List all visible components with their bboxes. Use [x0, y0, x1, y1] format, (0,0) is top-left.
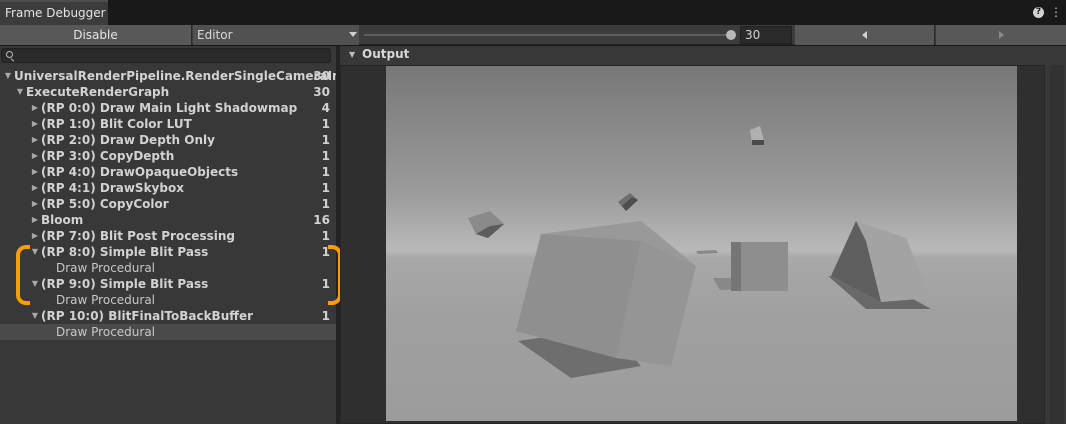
tree-item-count: 1: [321, 165, 330, 179]
tree-item-label: Bloom: [41, 213, 84, 227]
scene-render: [468, 126, 931, 378]
tiny-cube-shade: [752, 140, 764, 145]
tree-item-label: (RP 8:0) Simple Blit Pass: [41, 245, 209, 259]
tree-item[interactable]: ▶ (RP 0:0) Draw Main Light Shadowmap 4: [0, 100, 336, 116]
output-title: Output: [362, 47, 410, 61]
foldout-collapsed-icon[interactable]: ▶: [30, 196, 40, 212]
tree-item[interactable]: ▼ (RP 10:0) BlitFinalToBackBuffer 1: [0, 308, 336, 324]
target-dropdown[interactable]: Editor: [193, 25, 359, 45]
tree-item-label: (RP 5:0) CopyColor: [41, 197, 169, 211]
foldout-collapsed-icon[interactable]: ▶: [30, 100, 40, 116]
foldout-collapsed-icon[interactable]: ▶: [30, 164, 40, 180]
tree-item[interactable]: ▶ (RP 3:0) CopyDepth 1: [0, 148, 336, 164]
event-tree: ▼ UniversalRenderPipeline.RenderSingleCam…: [0, 68, 360, 340]
tree-item-label: UniversalRenderPipeline.RenderSingleCame…: [14, 69, 361, 83]
tree-leaf-item[interactable]: Draw Procedural: [0, 292, 336, 308]
tree-item-count: 1: [321, 229, 330, 243]
foldout-expanded-icon[interactable]: ▼: [30, 244, 40, 260]
tree-item-count: 1: [321, 181, 330, 195]
tree-item[interactable]: ▶ (RP 4:0) DrawOpaqueObjects 1: [0, 164, 336, 180]
event-tree-panel: ▼ UniversalRenderPipeline.RenderSingleCam…: [0, 46, 360, 424]
tree-item-count: 1: [321, 149, 330, 163]
tree-item[interactable]: ▶ (RP 5:0) CopyColor 1: [0, 196, 336, 212]
tree-item-label: (RP 7:0) Blit Post Processing: [41, 229, 235, 243]
tab-icons: ? ⋮: [1033, 4, 1062, 20]
tree-item-label: (RP 0:0) Draw Main Light Shadowmap: [41, 101, 298, 115]
frame-slider-thumb[interactable]: [726, 30, 736, 40]
chevron-down-icon: [349, 32, 357, 37]
tree-item[interactable]: ▼ (RP 9:0) Simple Blit Pass 1: [0, 276, 336, 292]
tree-item-label: (RP 10:0) BlitFinalToBackBuffer: [41, 309, 254, 323]
tree-item-label: Draw Procedural: [56, 325, 156, 339]
tree-item-label: (RP 3:0) CopyDepth: [41, 149, 175, 163]
target-dropdown-label: Editor: [197, 28, 233, 42]
tree-leaf-item[interactable]: Draw Procedural: [0, 260, 336, 276]
tree-item-label: (RP 4:0) DrawOpaqueObjects: [41, 165, 239, 179]
foldout-expanded-icon[interactable]: ▼: [15, 84, 25, 100]
tree-item-count: 30: [313, 69, 330, 83]
foldout-arrow-icon: ▼: [349, 50, 356, 59]
arrow-right-icon: [999, 31, 1004, 39]
foldout-expanded-icon[interactable]: ▼: [30, 276, 40, 292]
tree-item-count: 1: [321, 133, 330, 147]
tree-item[interactable]: ▶ (RP 7:0) Blit Post Processing 1: [0, 228, 336, 244]
output-header[interactable]: ▼ Output: [340, 46, 1066, 63]
foldout-collapsed-icon[interactable]: ▶: [30, 180, 40, 196]
tree-item-count: 1: [321, 117, 330, 131]
tree-item[interactable]: ▶ (RP 2:0) Draw Depth Only 1: [0, 132, 336, 148]
tree-item-count: 30: [313, 85, 330, 99]
foldout-expanded-icon[interactable]: ▼: [3, 68, 13, 84]
next-event-button[interactable]: [936, 25, 1066, 45]
tree-item[interactable]: ▼ ExecuteRenderGraph 30: [0, 84, 336, 100]
tree-item-label: (RP 1:0) Blit Color LUT: [41, 117, 192, 131]
foldout-collapsed-icon[interactable]: ▶: [30, 148, 40, 164]
kebab-menu-icon[interactable]: ⋮: [1050, 4, 1062, 20]
foldout-collapsed-icon[interactable]: ▶: [30, 132, 40, 148]
middle-cube-side: [731, 242, 741, 291]
tree-item-count: 4: [321, 101, 330, 115]
tree-item[interactable]: ▶ (RP 1:0) Blit Color LUT 1: [0, 116, 336, 132]
tree-item[interactable]: ▶ Bloom 16: [0, 212, 336, 228]
tree-item-count: 16: [313, 213, 330, 227]
help-icon[interactable]: ?: [1033, 7, 1044, 18]
output-panel: ▼ Output: [340, 46, 1066, 424]
tree-item-label: ExecuteRenderGraph: [26, 85, 170, 99]
render-preview: [386, 66, 1017, 421]
tree-item-label: Draw Procedural: [56, 293, 156, 307]
foldout-collapsed-icon[interactable]: ▶: [30, 212, 40, 228]
tree-leaf-item[interactable]: Draw Procedural: [0, 324, 336, 340]
toolbar: Disable Editor 30: [0, 25, 1066, 45]
tab-frame-debugger[interactable]: Frame Debugger: [0, 0, 108, 25]
tree-item-count: 1: [321, 309, 330, 323]
foldout-expanded-icon[interactable]: ▼: [30, 308, 40, 324]
annotation-bracket-left: [16, 245, 30, 305]
frame-slider-track[interactable]: [364, 34, 732, 36]
output-viewport-frame: [340, 65, 1045, 424]
previous-event-button[interactable]: [795, 25, 935, 45]
foldout-collapsed-icon[interactable]: ▶: [30, 116, 40, 132]
search-input[interactable]: [1, 48, 331, 63]
tree-item-label: (RP 4:1) DrawSkybox: [41, 181, 184, 195]
tree-item-count: 1: [321, 197, 330, 211]
tree-item-label: (RP 2:0) Draw Depth Only: [41, 133, 215, 147]
tree-item[interactable]: ▼ UniversalRenderPipeline.RenderSingleCam…: [0, 68, 360, 84]
foldout-collapsed-icon[interactable]: ▶: [30, 228, 40, 244]
cube-shadow: [696, 250, 718, 254]
arrow-left-icon: [861, 31, 867, 39]
tree-item[interactable]: ▼ (RP 8:0) Simple Blit Pass 1: [0, 244, 336, 260]
tree-item-label: Draw Procedural: [56, 261, 156, 275]
tree-item[interactable]: ▶ (RP 4:1) DrawSkybox 1: [0, 180, 336, 196]
search-icon: [6, 51, 13, 58]
disable-button[interactable]: Disable: [0, 25, 192, 45]
tree-item-label: (RP 9:0) Simple Blit Pass: [41, 277, 209, 291]
output-scrollbar[interactable]: [1050, 65, 1064, 424]
tab-bar: Frame Debugger ? ⋮: [0, 0, 1066, 25]
frame-number-field[interactable]: 30: [740, 26, 792, 44]
